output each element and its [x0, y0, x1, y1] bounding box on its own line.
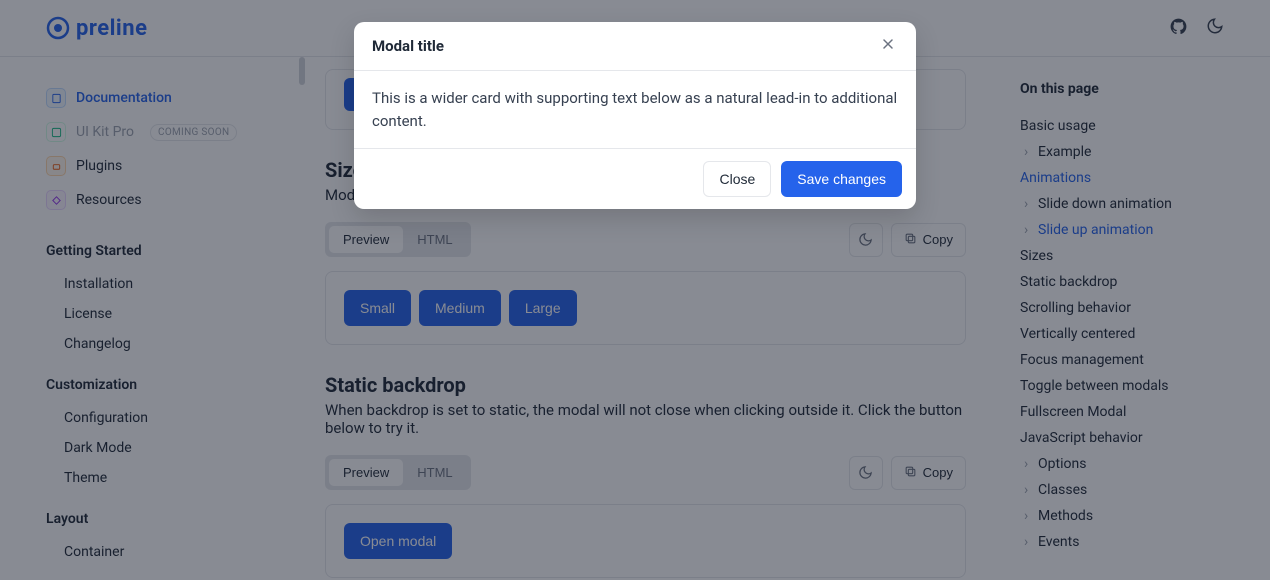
close-icon: [880, 36, 896, 56]
modal-overlay[interactable]: Modal title This is a wider card with su…: [0, 0, 1270, 580]
modal-footer: Close Save changes: [354, 149, 916, 209]
close-button[interactable]: Close: [703, 161, 771, 197]
save-changes-button[interactable]: Save changes: [781, 161, 902, 197]
modal-title: Modal title: [372, 37, 444, 55]
modal-close-button[interactable]: [878, 36, 898, 56]
modal-body: This is a wider card with supporting tex…: [354, 71, 916, 149]
modal-dialog: Modal title This is a wider card with su…: [354, 22, 916, 209]
modal-header: Modal title: [354, 22, 916, 71]
